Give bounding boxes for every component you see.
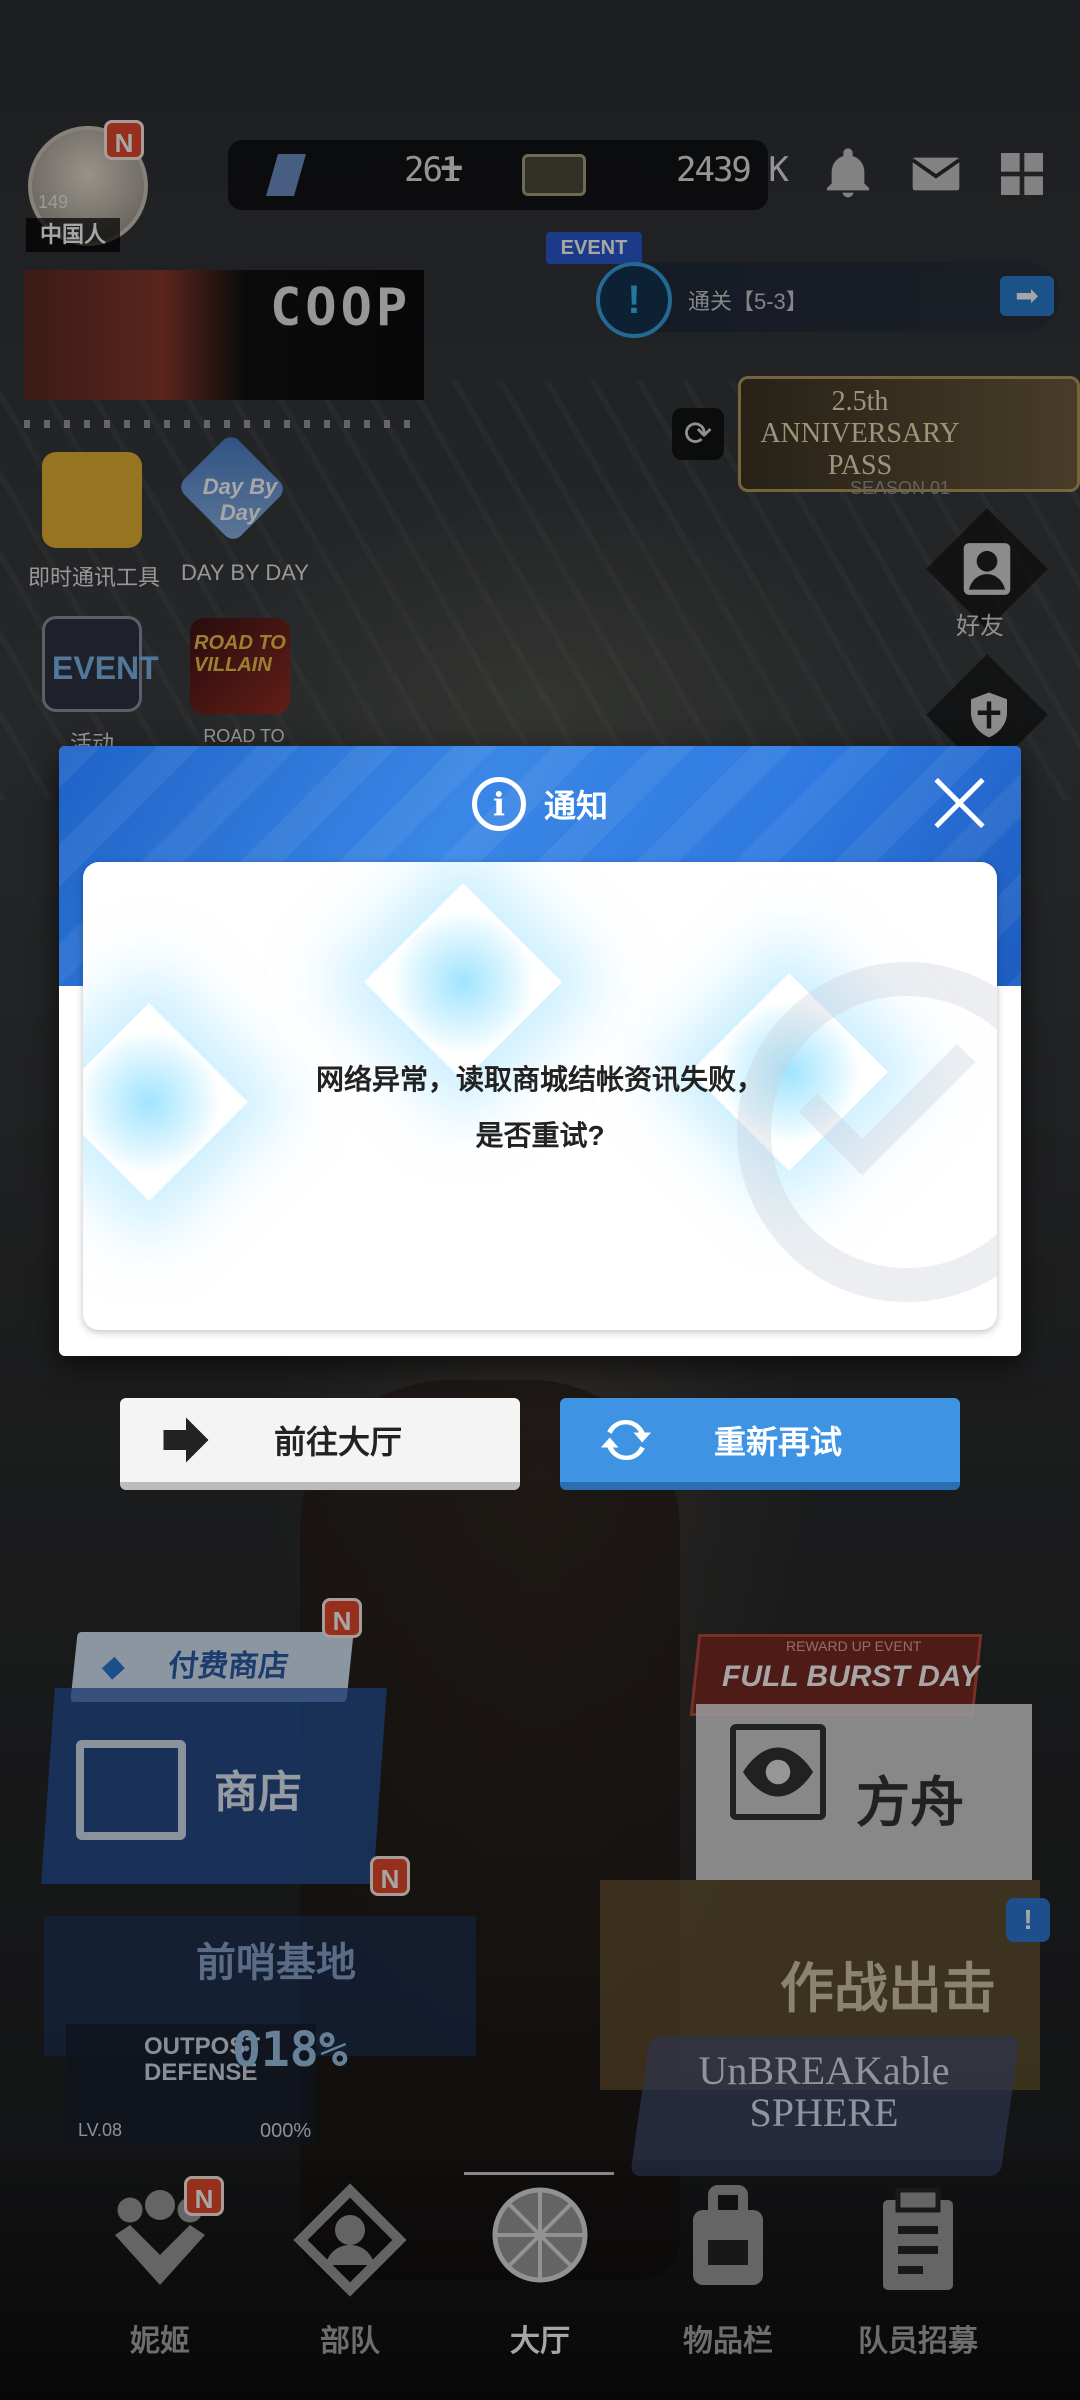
retry-label: 重新再试 bbox=[713, 1424, 842, 1460]
notice-dialog: i 通知 网络异常，读取商城结帐资讯失败， 是否重试? bbox=[59, 746, 1021, 1356]
dialog-message: 网络异常，读取商城结帐资讯失败， 是否重试? bbox=[83, 1052, 997, 1164]
dialog-message-line1: 网络异常，读取商城结帐资讯失败， bbox=[315, 1064, 764, 1095]
close-icon[interactable] bbox=[933, 776, 985, 828]
info-icon: i bbox=[471, 777, 526, 831]
dialog-title-row: i 通知 bbox=[59, 774, 1021, 834]
go-to-lobby-label: 前往大厅 bbox=[273, 1424, 402, 1460]
dialog-body: 网络异常，读取商城结帐资讯失败， 是否重试? bbox=[83, 862, 997, 1330]
go-to-lobby-button[interactable]: 前往大厅 bbox=[120, 1398, 520, 1490]
refresh-icon bbox=[601, 1419, 651, 1461]
retry-button[interactable]: 重新再试 bbox=[560, 1398, 960, 1490]
arrow-right-icon bbox=[163, 1417, 209, 1463]
dialog-title: 通知 bbox=[543, 788, 608, 824]
dialog-message-line2: 是否重试? bbox=[475, 1120, 605, 1151]
